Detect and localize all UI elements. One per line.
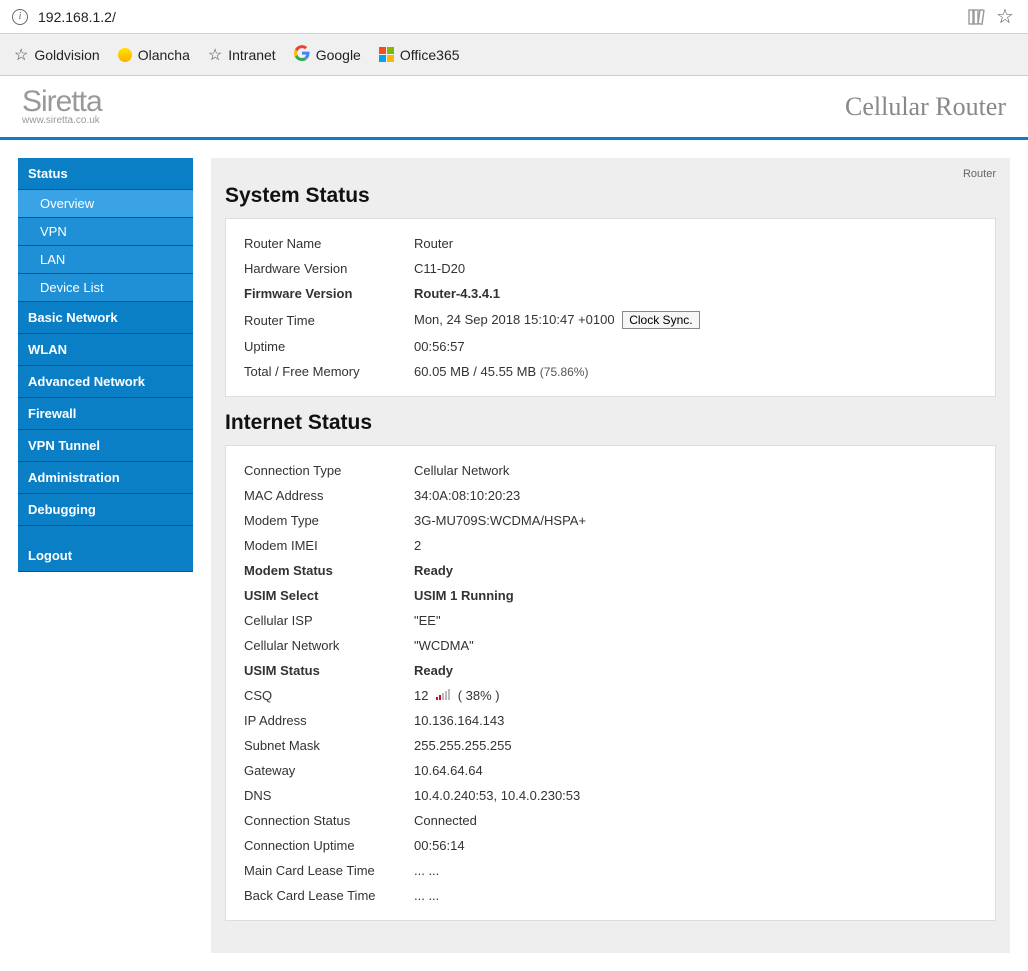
value-modem-imei: 2 [410, 533, 590, 558]
value-modem-type: 3G-MU709S:WCDMA/HSPA+ [410, 508, 590, 533]
signal-bars-icon [436, 689, 450, 700]
internet-status-panel: Connection TypeCellular Network MAC Addr… [225, 445, 996, 921]
label-lease-back: Back Card Lease Time [240, 883, 410, 908]
bookmark-office365[interactable]: Office365 [379, 47, 460, 63]
bookmark-label: Intranet [228, 47, 275, 63]
label-usim-select: USIM Select [240, 583, 410, 608]
internet-status-title: Internet Status [225, 411, 996, 435]
label-conn-uptime: Connection Uptime [240, 833, 410, 858]
value-isp: "EE" [410, 608, 590, 633]
label-mac: MAC Address [240, 483, 410, 508]
system-status-panel: Router NameRouter Hardware VersionC11-D2… [225, 218, 996, 397]
label-hw-version: Hardware Version [240, 256, 410, 281]
sidebar-item-wlan[interactable]: WLAN [18, 334, 193, 366]
value-conn-type: Cellular Network [410, 458, 590, 483]
label-modem-imei: Modem IMEI [240, 533, 410, 558]
bookmark-google[interactable]: Google [294, 45, 361, 64]
value-usim-status: Ready [410, 658, 590, 683]
label-uptime: Uptime [240, 334, 410, 359]
sidebar-item-status[interactable]: Status [18, 158, 193, 190]
star-icon: ☆ [208, 45, 222, 65]
label-gw: Gateway [240, 758, 410, 783]
url-text[interactable]: 192.168.1.2/ [38, 9, 960, 25]
sidebar-item-debugging[interactable]: Debugging [18, 494, 193, 526]
label-isp: Cellular ISP [240, 608, 410, 633]
sidebar-item-basic-network[interactable]: Basic Network [18, 302, 193, 334]
brand-logo: Siretta [22, 87, 102, 117]
bookmark-intranet[interactable]: ☆ Intranet [208, 45, 276, 65]
google-icon [294, 45, 310, 64]
value-mask: 255.255.255.255 [410, 733, 590, 758]
main-content: Router System Status Router NameRouter H… [211, 158, 1010, 953]
clock-sync-button[interactable]: Clock Sync. [622, 311, 699, 329]
value-lease-back: ... ... [410, 883, 590, 908]
label-csq: CSQ [240, 683, 410, 708]
value-fw-version: Router-4.3.4.1 [410, 281, 704, 306]
label-conn-type: Connection Type [240, 458, 410, 483]
site-info-icon[interactable]: i [12, 9, 28, 25]
sidebar-item-advanced-network[interactable]: Advanced Network [18, 366, 193, 398]
office-icon [379, 47, 394, 62]
value-conn-uptime: 00:56:14 [410, 833, 590, 858]
sidebar-item-logout[interactable]: Logout [18, 540, 193, 572]
sidebar-item-vpn[interactable]: VPN [18, 218, 193, 246]
value-lease-main: ... ... [410, 858, 590, 883]
value-hw-version: C11-D20 [410, 256, 704, 281]
label-usim-status: USIM Status [240, 658, 410, 683]
product-title: Cellular Router [845, 92, 1006, 122]
value-usim-select: USIM 1 Running [410, 583, 590, 608]
sidebar-item-vpn-tunnel[interactable]: VPN Tunnel [18, 430, 193, 462]
label-modem-status: Modem Status [240, 558, 410, 583]
value-memory: 60.05 MB / 45.55 MB (75.86%) [410, 359, 704, 384]
favicon-icon [118, 48, 132, 62]
label-ip: IP Address [240, 708, 410, 733]
sidebar-item-devicelist[interactable]: Device List [18, 274, 193, 302]
breadcrumb: Router [225, 168, 996, 180]
bookmarks-bar: ☆ Goldvision Olancha ☆ Intranet Google Off… [0, 34, 1028, 76]
library-icon[interactable] [966, 6, 988, 28]
label-router-time: Router Time [240, 306, 410, 334]
value-mac: 34:0A:08:10:20:23 [410, 483, 590, 508]
value-conn-status: Connected [410, 808, 590, 833]
label-conn-status: Connection Status [240, 808, 410, 833]
brand-bar: Siretta www.siretta.co.uk Cellular Route… [0, 76, 1028, 140]
sidebar-item-administration[interactable]: Administration [18, 462, 193, 494]
bookmark-label: Goldvision [34, 47, 99, 63]
label-modem-type: Modem Type [240, 508, 410, 533]
value-gw: 10.64.64.64 [410, 758, 590, 783]
brand-url: www.siretta.co.uk [22, 115, 102, 126]
address-bar: i 192.168.1.2/ ☆ [0, 0, 1028, 34]
label-mask: Subnet Mask [240, 733, 410, 758]
label-memory: Total / Free Memory [240, 359, 410, 384]
value-dns: 10.4.0.240:53, 10.4.0.230:53 [410, 783, 590, 808]
value-router-name: Router [410, 231, 704, 256]
bookmark-label: Office365 [400, 47, 460, 63]
value-network: "WCDMA" [410, 633, 590, 658]
bookmark-goldvision[interactable]: ☆ Goldvision [14, 45, 100, 65]
bookmark-label: Google [316, 47, 361, 63]
value-csq: 12 ( 38% ) [410, 683, 590, 708]
label-router-name: Router Name [240, 231, 410, 256]
system-status-title: System Status [225, 184, 996, 208]
value-router-time: Mon, 24 Sep 2018 15:10:47 +0100 [414, 312, 615, 327]
label-lease-main: Main Card Lease Time [240, 858, 410, 883]
value-uptime: 00:56:57 [410, 334, 704, 359]
bookmark-star-icon[interactable]: ☆ [994, 6, 1016, 28]
bookmark-olancha[interactable]: Olancha [118, 47, 190, 63]
value-ip: 10.136.164.143 [410, 708, 590, 733]
value-modem-status: Ready [410, 558, 590, 583]
sidebar: Status Overview VPN LAN Device List Basi… [18, 158, 193, 953]
bookmark-label: Olancha [138, 47, 190, 63]
sidebar-item-lan[interactable]: LAN [18, 246, 193, 274]
sidebar-spacer [18, 526, 193, 540]
label-network: Cellular Network [240, 633, 410, 658]
label-dns: DNS [240, 783, 410, 808]
sidebar-item-overview[interactable]: Overview [18, 190, 193, 218]
star-icon: ☆ [14, 45, 28, 65]
label-fw-version: Firmware Version [240, 281, 410, 306]
sidebar-item-firewall[interactable]: Firewall [18, 398, 193, 430]
